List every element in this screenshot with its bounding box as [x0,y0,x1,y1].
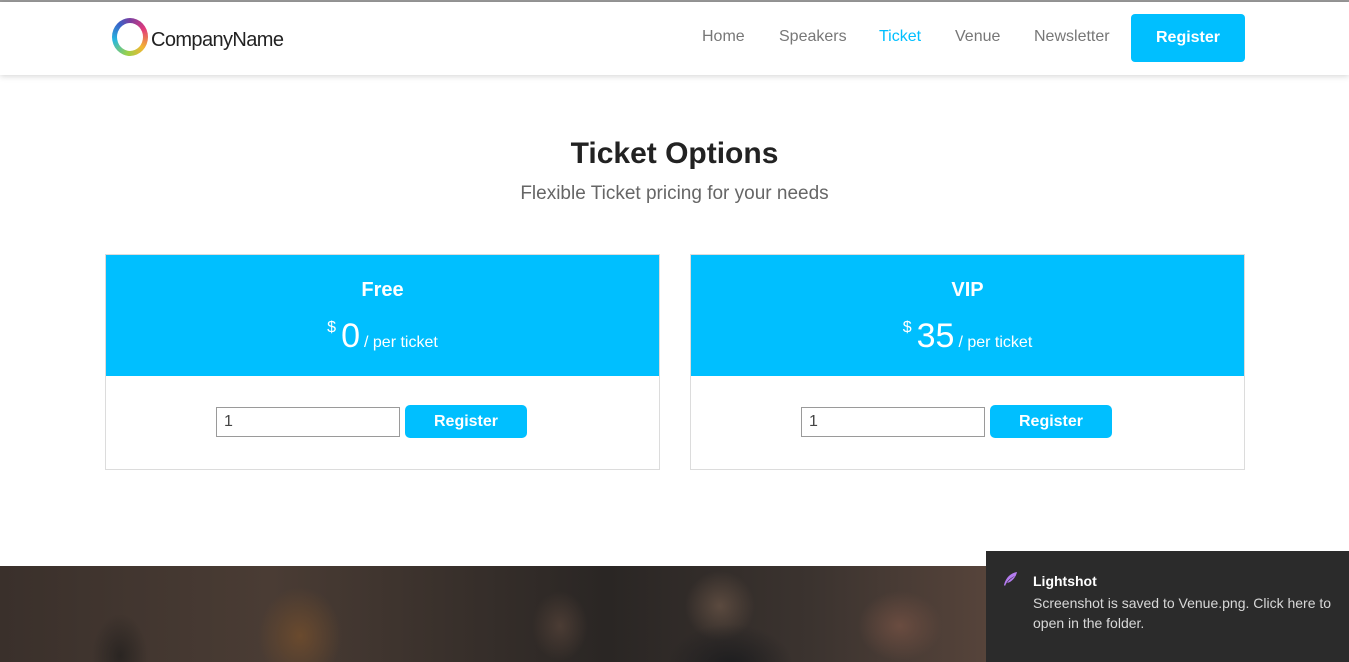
section-subtitle: Flexible Ticket pricing for your needs [520,183,829,204]
quantity-input[interactable]: 1 [216,407,400,437]
quantity-input[interactable]: 1 [801,407,985,437]
nav-menu: Home Speakers Ticket Venue Newsletter Re… [0,2,1349,75]
register-button-vip[interactable]: Register [990,405,1112,438]
nav-item-speakers[interactable]: Speakers [779,28,847,46]
ticket-price: $0/ per ticket [106,317,659,356]
ticket-card-vip: VIP $35/ per ticket 1 Register [690,254,1245,470]
navbar: CompanyName Home Speakers Ticket Venue N… [0,2,1349,75]
price-unit: / per ticket [958,334,1033,351]
price-amount: 35 [916,317,955,355]
nav-item-newsletter[interactable]: Newsletter [1034,28,1110,46]
ticket-name: Free [361,279,404,301]
nav-item-home[interactable]: Home [702,28,745,46]
notification-title: Lightshot [1033,573,1097,589]
ticket-name: VIP [951,279,984,301]
nav-item-ticket[interactable]: Ticket [879,28,921,46]
register-button-free[interactable]: Register [405,405,527,438]
nav-register-button[interactable]: Register [1131,14,1245,62]
nav-item-venue[interactable]: Venue [955,28,1000,46]
price-unit: / per ticket [364,334,438,351]
ticket-card-header: Free $0/ per ticket [106,255,659,376]
ticket-card-free: Free $0/ per ticket 1 Register [105,254,660,470]
price-currency: $ [327,319,337,336]
ticket-card-header: VIP $35/ per ticket [691,255,1244,376]
ticket-price: $35/ per ticket [691,317,1244,356]
price-currency: $ [902,319,912,336]
price-amount: 0 [341,317,360,355]
feather-icon [1004,572,1017,586]
notification-message[interactable]: Screenshot is saved to Venue.png. Click … [1033,593,1333,633]
section-title: Ticket Options [570,137,779,170]
